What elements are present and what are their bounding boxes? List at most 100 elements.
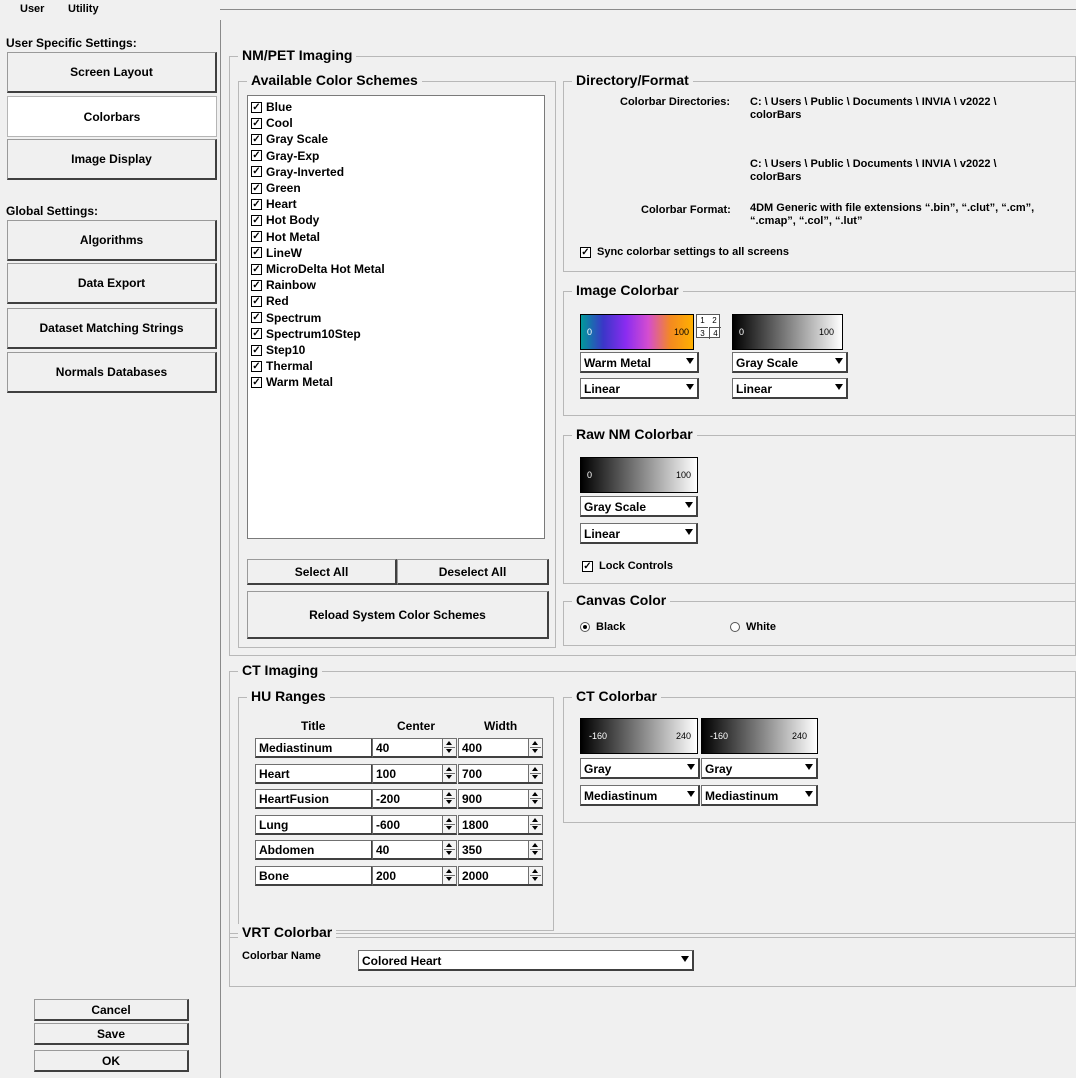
hu-center-stepper[interactable]: 40 <box>372 738 457 758</box>
colorbars-button[interactable]: Colorbars <box>7 96 217 137</box>
reload-schemes-button[interactable]: Reload System Color Schemes <box>247 591 549 639</box>
hu-width-stepper[interactable]: 400 <box>458 738 543 758</box>
scheme-checkbox[interactable]: ✓ <box>251 150 262 162</box>
list-item[interactable]: ✓ Cool <box>251 115 293 131</box>
ct-preset-select-1[interactable]: Mediastinum <box>580 785 700 806</box>
color-scheme-list[interactable]: ✓ Blue ✓ Cool ✓ Gray Scale ✓ Gray-Exp ✓ Gray-Inve… <box>247 95 545 539</box>
algorithms-button[interactable]: Algorithms <box>7 220 217 261</box>
spin-arrows-icon[interactable] <box>442 739 456 756</box>
hu-width-stepper[interactable]: 700 <box>458 763 543 784</box>
deselect-all-button[interactable]: Deselect All <box>397 559 549 585</box>
spin-arrows-icon[interactable] <box>442 764 456 782</box>
hu-width-stepper[interactable]: 1800 <box>458 814 543 835</box>
ct-preset-select-2[interactable]: Mediastinum <box>701 785 818 806</box>
scheme-checkbox[interactable]: ✓ <box>251 312 262 324</box>
list-item[interactable]: ✓ Spectrum <box>251 310 321 326</box>
viewport-1[interactable]: 1 <box>697 315 708 326</box>
scheme-checkbox[interactable]: ✓ <box>251 214 262 226</box>
scheme-checkbox[interactable]: ✓ <box>251 166 262 178</box>
hu-center-stepper[interactable]: -200 <box>372 789 457 810</box>
spin-arrows-icon[interactable] <box>528 764 542 782</box>
hu-title-field[interactable]: Bone <box>255 866 373 886</box>
viewport-3[interactable]: 3 <box>697 327 708 339</box>
scheme-checkbox[interactable]: ✓ <box>251 295 262 307</box>
radio-icon[interactable] <box>730 622 740 633</box>
list-item[interactable]: ✓ LineW <box>251 245 302 261</box>
list-item[interactable]: ✓ Blue <box>251 99 292 115</box>
spin-arrows-icon[interactable] <box>528 815 542 833</box>
image-scale-select-2[interactable]: Linear <box>732 378 848 399</box>
list-item[interactable]: ✓ Spectrum10Step <box>251 326 361 342</box>
viewport-2[interactable]: 2 <box>709 315 720 326</box>
scheme-checkbox[interactable]: ✓ <box>251 117 262 129</box>
image-scheme-select-1[interactable]: Warm Metal <box>580 352 699 373</box>
scheme-checkbox[interactable]: ✓ <box>251 231 262 243</box>
list-item[interactable]: ✓ Heart <box>251 196 297 212</box>
image-display-button[interactable]: Image Display <box>7 139 217 180</box>
normals-databases-button[interactable]: Normals Databases <box>7 352 217 393</box>
hu-width-stepper[interactable]: 2000 <box>458 866 543 886</box>
spin-arrows-icon[interactable] <box>442 867 456 884</box>
lock-controls-checkbox[interactable]: ✓ Lock Controls <box>582 560 673 572</box>
sync-checkbox[interactable]: ✓ Sync colorbar settings to all screens <box>580 246 789 258</box>
ct-scheme-select-2[interactable]: Gray <box>701 758 818 779</box>
hu-title-field[interactable]: Abdomen <box>255 840 373 861</box>
hu-title-field[interactable]: Mediastinum <box>255 738 373 758</box>
scheme-checkbox[interactable]: ✓ <box>251 133 262 145</box>
ok-button[interactable]: OK <box>34 1050 189 1072</box>
viewport-4[interactable]: 4 <box>709 327 721 339</box>
canvas-white-radio[interactable]: White <box>730 621 776 633</box>
hu-width-stepper[interactable]: 350 <box>458 840 543 861</box>
hu-center-stepper[interactable]: 100 <box>372 763 457 784</box>
hu-title-field[interactable]: Heart <box>255 763 373 784</box>
raw-nm-scheme-select[interactable]: Gray Scale <box>580 496 698 517</box>
save-button[interactable]: Save <box>34 1023 189 1045</box>
select-all-button[interactable]: Select All <box>247 559 397 585</box>
scheme-checkbox[interactable]: ✓ <box>251 328 262 340</box>
sync-checkbox-box[interactable]: ✓ <box>580 246 591 258</box>
raw-nm-scale-select[interactable]: Linear <box>580 523 698 544</box>
ct-scheme-select-1[interactable]: Gray <box>580 758 700 779</box>
image-scale-select-1[interactable]: Linear <box>580 378 699 399</box>
spin-arrows-icon[interactable] <box>442 815 456 833</box>
list-item[interactable]: ✓ Red <box>251 293 289 309</box>
list-item[interactable]: ✓ Gray-Inverted <box>251 164 344 180</box>
list-item[interactable]: ✓ Hot Metal <box>251 229 320 245</box>
hu-title-field[interactable]: HeartFusion <box>255 789 373 810</box>
dataset-matching-button[interactable]: Dataset Matching Strings <box>7 308 217 349</box>
list-item[interactable]: ✓ Step10 <box>251 342 305 358</box>
lock-controls-box[interactable]: ✓ <box>582 560 593 572</box>
spin-arrows-icon[interactable] <box>528 841 542 859</box>
hu-width-stepper[interactable]: 900 <box>458 789 543 810</box>
spin-arrows-icon[interactable] <box>528 867 542 884</box>
menu-utility[interactable]: Utility <box>68 3 99 15</box>
scheme-checkbox[interactable]: ✓ <box>251 247 262 259</box>
scheme-checkbox[interactable]: ✓ <box>251 360 262 372</box>
list-item[interactable]: ✓ MicroDelta Hot Metal <box>251 261 385 277</box>
scheme-checkbox[interactable]: ✓ <box>251 279 262 291</box>
hu-center-stepper[interactable]: -600 <box>372 814 457 835</box>
list-item[interactable]: ✓ Gray-Exp <box>251 148 319 164</box>
spin-arrows-icon[interactable] <box>528 790 542 808</box>
list-item[interactable]: ✓ Rainbow <box>251 277 316 293</box>
vrt-colorbar-select[interactable]: Colored Heart <box>358 950 694 971</box>
data-export-button[interactable]: Data Export <box>7 263 217 304</box>
scheme-checkbox[interactable]: ✓ <box>251 101 262 113</box>
menu-user[interactable]: User <box>20 3 44 15</box>
radio-selected-icon[interactable] <box>580 622 590 633</box>
scheme-checkbox[interactable]: ✓ <box>251 263 262 275</box>
spin-arrows-icon[interactable] <box>528 739 542 756</box>
list-item[interactable]: ✓ Hot Body <box>251 212 319 228</box>
screen-layout-button[interactable]: Screen Layout <box>7 52 217 93</box>
cancel-button[interactable]: Cancel <box>34 999 189 1021</box>
list-item[interactable]: ✓ Thermal <box>251 358 313 374</box>
list-item[interactable]: ✓ Green <box>251 180 301 196</box>
hu-center-stepper[interactable]: 200 <box>372 866 457 886</box>
list-item[interactable]: ✓ Gray Scale <box>251 131 328 147</box>
hu-title-field[interactable]: Lung <box>255 814 373 835</box>
canvas-black-radio[interactable]: Black <box>580 621 625 633</box>
hu-center-stepper[interactable]: 40 <box>372 840 457 861</box>
viewport-selector[interactable]: 1 2 3 4 <box>696 314 721 339</box>
scheme-checkbox[interactable]: ✓ <box>251 344 262 356</box>
image-scheme-select-2[interactable]: Gray Scale <box>732 352 848 373</box>
